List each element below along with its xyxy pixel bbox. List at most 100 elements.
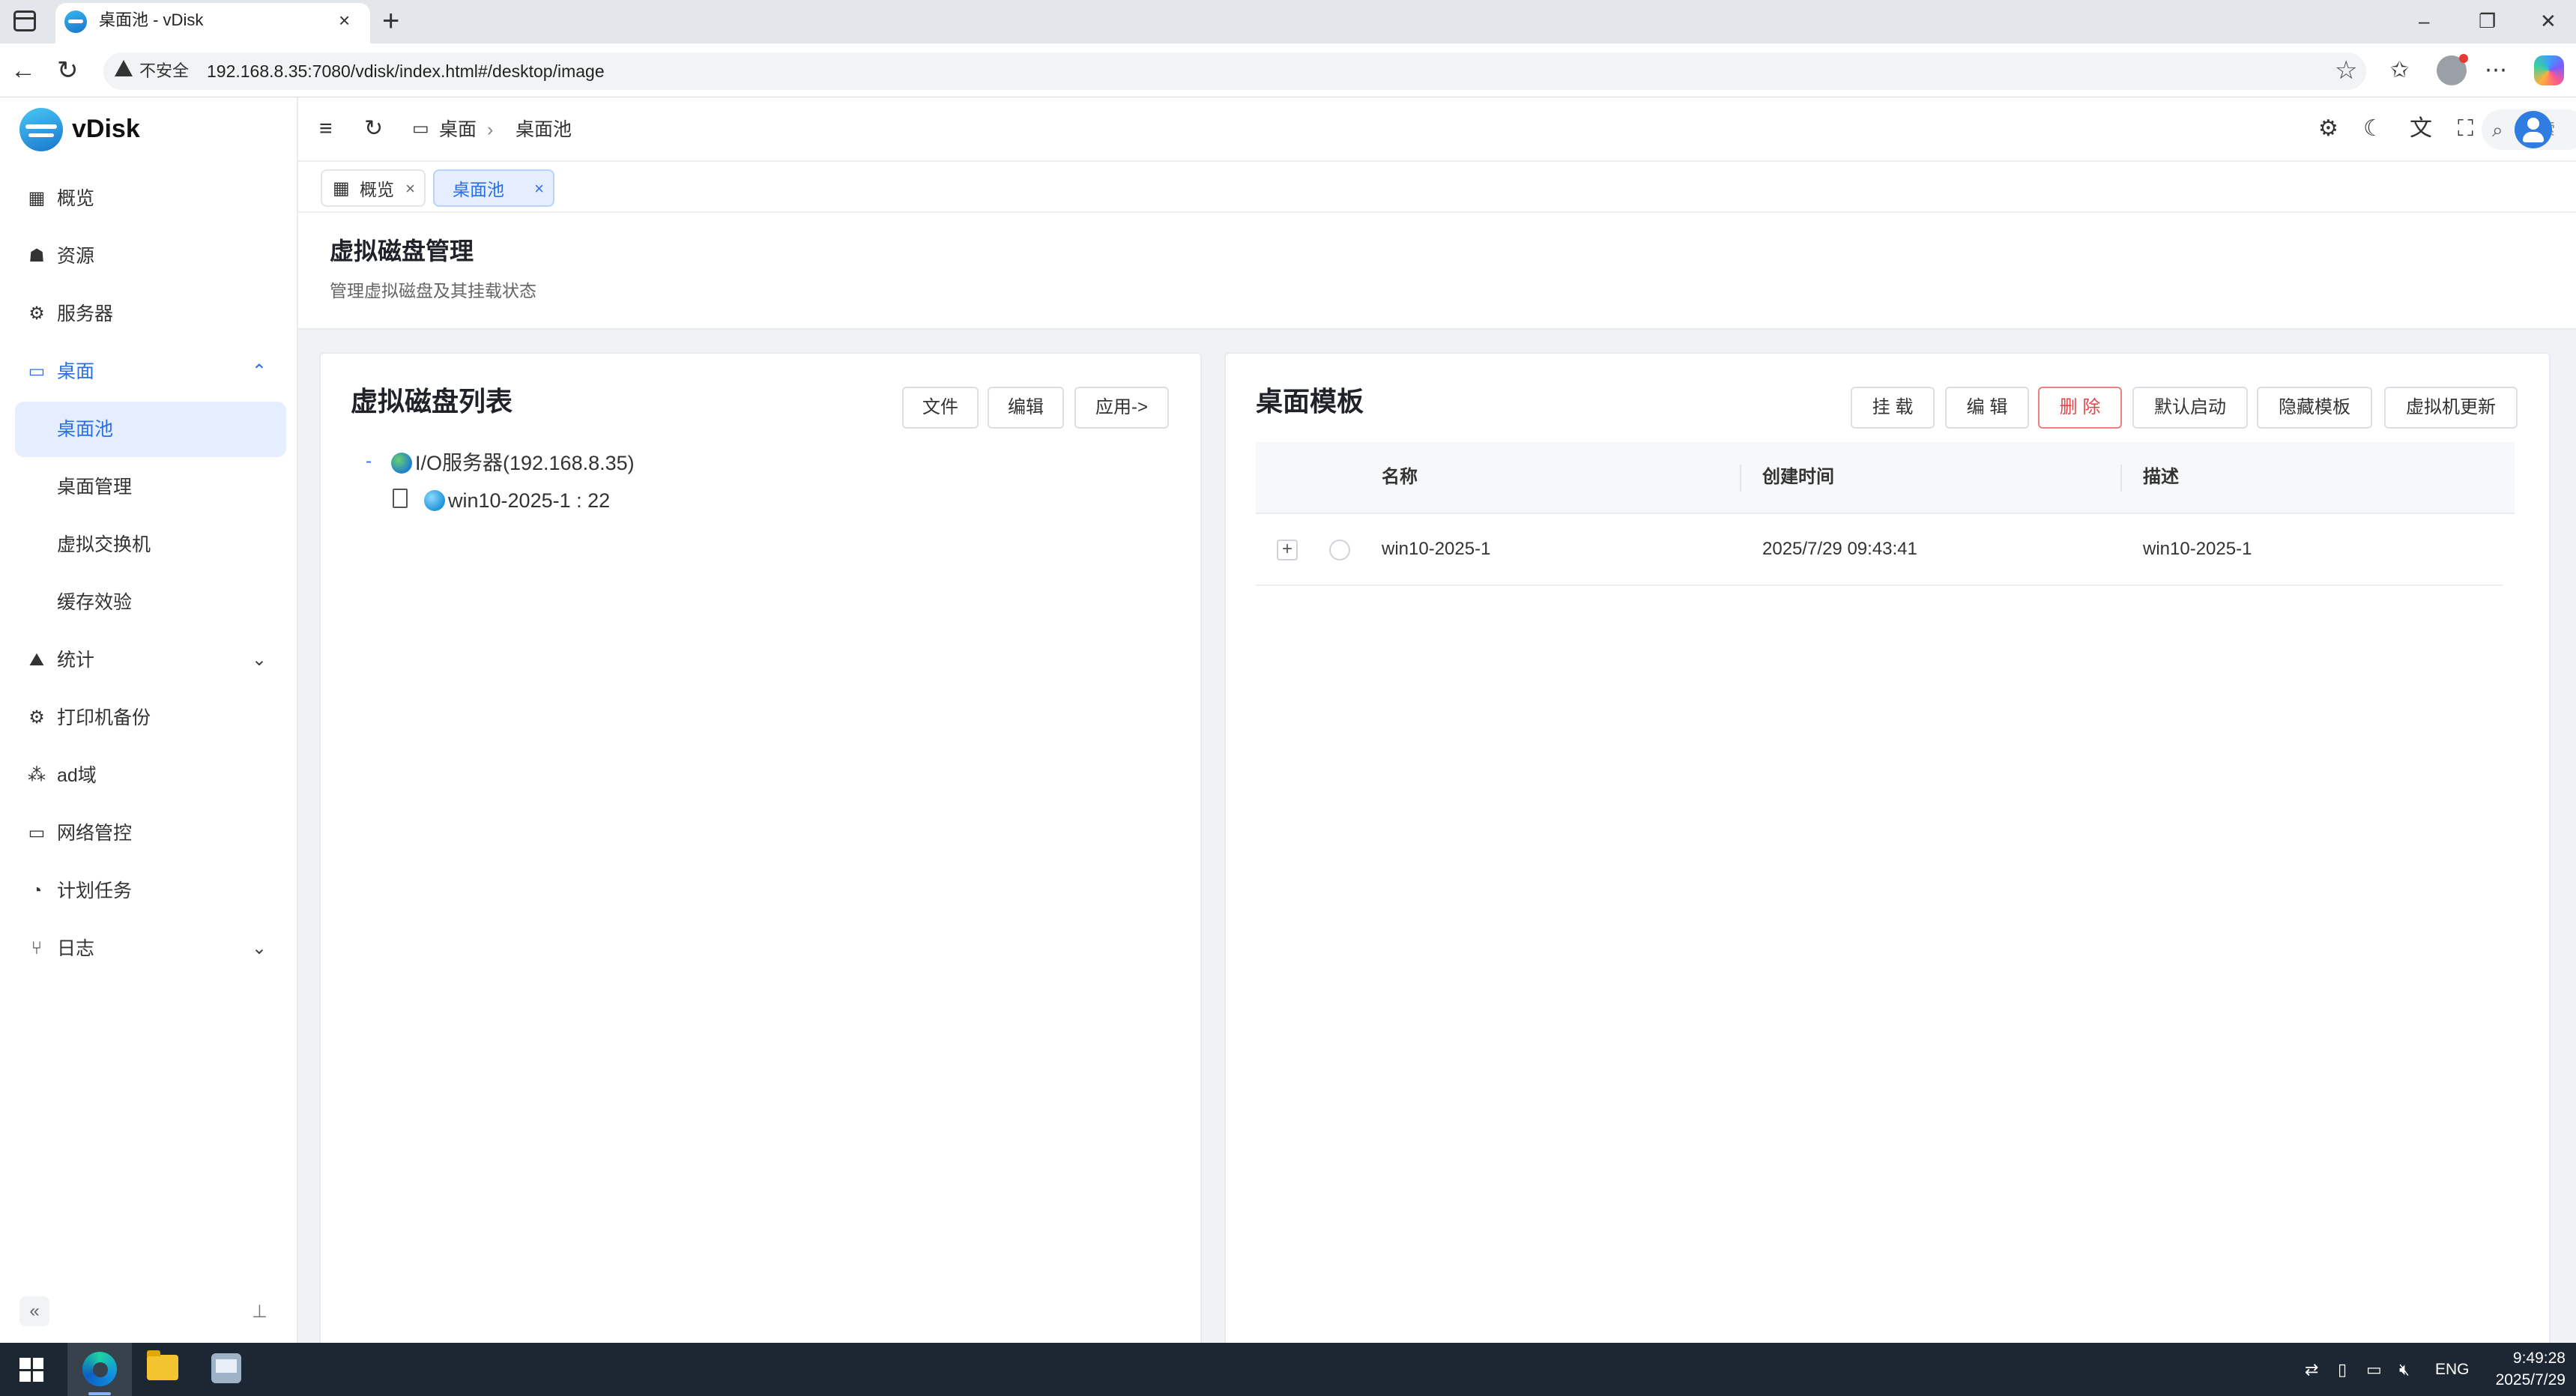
favorite-star-icon[interactable]: ☆ — [2335, 55, 2357, 85]
apply-button[interactable]: 应用-> — [1074, 387, 1169, 429]
restore-icon[interactable]: ❐ — [2479, 6, 2496, 36]
sidebar-item-label: 桌面池 — [57, 419, 114, 440]
chevron-down-icon: ⌄ — [251, 650, 267, 670]
delete-button[interactable]: 删 除 — [2038, 387, 2122, 429]
sidebar-item-logs[interactable]: ⑂ 日志 ⌄ — [15, 921, 286, 976]
column-header-created[interactable]: 创建时间 — [1762, 465, 1834, 490]
windows-start-icon[interactable] — [19, 1358, 43, 1382]
sidebar-item-ad-domain[interactable]: ⁂ ad域 — [15, 748, 286, 803]
network-icon: ▭ — [28, 823, 46, 843]
sidebar-item-servers[interactable]: ⚙ 服务器 — [15, 286, 286, 342]
warning-icon[interactable] — [115, 60, 133, 76]
chevron-down-icon: ⌄ — [251, 938, 267, 958]
sidebar-item-desktop-management[interactable]: 桌面管理 — [15, 459, 286, 515]
close-tab-icon[interactable]: × — [405, 177, 415, 201]
windows-taskbar: ⇄ ▯ ▭ 🔇︎ ENG 9:49:28 2025/7/29 — [0, 1343, 2576, 1396]
sidebar-item-desktop[interactable]: ▭ 桌面 ⌃ — [15, 344, 286, 399]
sidebar-item-resources[interactable]: ☗ 资源 — [15, 229, 286, 284]
close-tab-icon[interactable]: × — [534, 177, 544, 201]
settings-icon[interactable]: ⚙ — [2318, 114, 2338, 144]
breadcrumb-desktop[interactable]: 桌面 — [439, 117, 477, 142]
edit-button[interactable]: 编辑 — [988, 387, 1064, 429]
back-icon[interactable]: ← — [10, 51, 36, 90]
sidebar-item-network-control[interactable]: ▭ 网络管控 — [15, 806, 286, 861]
cell-description: win10-2025-1 — [2143, 539, 2252, 559]
security-label[interactable]: 不安全 — [139, 60, 189, 82]
dark-mode-icon[interactable]: ☾ — [2363, 114, 2383, 144]
dashboard-icon: ▦ — [333, 178, 350, 199]
refresh-icon[interactable]: ↻ — [364, 114, 383, 144]
file-explorer-icon[interactable] — [147, 1350, 178, 1380]
tab-overview[interactable]: ▦ 概览 × — [321, 169, 426, 207]
volume-muted-icon[interactable]: 🔇︎ — [2399, 1359, 2410, 1380]
mount-button[interactable]: 挂 载 — [1851, 387, 1935, 429]
new-tab-button[interactable]: + — [382, 4, 399, 37]
table-row[interactable]: + win10-2025-1 2025/7/29 09:43:41 win10-… — [1256, 514, 2503, 586]
tree-collapse-toggle[interactable]: - — [366, 450, 372, 474]
tab-desktop-pool[interactable]: 桌面池 × — [433, 169, 554, 207]
translate-icon[interactable]: 文 — [2410, 114, 2432, 144]
close-window-icon[interactable]: ✕ — [2540, 6, 2557, 36]
breadcrumb-current: 桌面池 — [515, 119, 572, 140]
expand-row-icon[interactable]: + — [1277, 540, 1298, 560]
page-title: 虚拟磁盘管理 — [330, 238, 474, 265]
clock-date: 2025/7/29 — [2495, 1371, 2566, 1389]
default-boot-button[interactable]: 默认启动 — [2132, 387, 2248, 429]
bluetooth-icon[interactable]: ⇄ — [2305, 1359, 2318, 1380]
sidebar-item-scheduled-tasks[interactable]: ◔ 计划任务 — [15, 863, 286, 919]
sidebar-item-label: ad域 — [57, 765, 97, 786]
edge-browser-icon[interactable] — [82, 1352, 117, 1386]
language-indicator[interactable]: ENG — [2435, 1359, 2470, 1380]
sidebar-item-printer-backup[interactable]: ⚙ 打印机备份 — [15, 690, 286, 746]
browser-tab-title: 桌面池 - vDisk — [99, 10, 204, 29]
system-clock[interactable]: 9:49:28 2025/7/29 — [2488, 1347, 2566, 1391]
tab-label: 桌面池 — [453, 180, 504, 199]
sidebar-item-label: 概览 — [57, 188, 95, 209]
sidebar-item-label: 服务器 — [57, 303, 114, 324]
sidebar-item-label: 计划任务 — [57, 880, 133, 901]
stats-icon: ⛰ — [28, 650, 45, 670]
disk-globe-icon — [424, 490, 445, 511]
edit-template-button[interactable]: 编 辑 — [1945, 387, 2029, 429]
sidebar-item-overview[interactable]: ▦ 概览 — [15, 171, 286, 226]
close-tab-icon[interactable]: × — [339, 7, 350, 33]
browser-tabstrip: 桌面池 - vDisk × + – ❐ ✕ — [0, 0, 2576, 43]
sidebar-item-label: 打印机备份 — [57, 707, 151, 728]
url-text[interactable]: 192.168.8.35:7080/vdisk/index.html#/desk… — [207, 60, 605, 82]
network-tray-icon[interactable]: ▭ — [2366, 1359, 2382, 1380]
sidebar-item-desktop-pool[interactable]: 桌面池 — [15, 402, 286, 457]
tree-node-server[interactable]: I/O服务器(192.168.8.35) — [415, 450, 635, 477]
column-header-name[interactable]: 名称 — [1382, 465, 1418, 490]
pin-icon[interactable]: ⊥ — [252, 1299, 267, 1325]
reload-icon[interactable]: ↻ — [57, 51, 79, 90]
user-avatar[interactable] — [2515, 111, 2552, 148]
column-divider — [1740, 465, 1741, 492]
column-header-description[interactable]: 描述 — [2143, 465, 2179, 490]
sidebar-item-cache-check[interactable]: 缓存效验 — [15, 575, 286, 630]
tray-app-icon[interactable]: ▯ — [2338, 1359, 2347, 1380]
vm-update-button[interactable]: 虚拟机更新 — [2384, 387, 2518, 429]
column-divider — [2120, 465, 2122, 492]
more-icon[interactable]: ⋯ — [2485, 54, 2507, 87]
copilot-icon[interactable] — [2534, 55, 2564, 85]
sidebar-item-virtual-switch[interactable]: 虚拟交换机 — [15, 517, 286, 572]
sidebar-item-label: 桌面管理 — [57, 477, 133, 498]
sidebar-item-label: 网络管控 — [57, 823, 133, 844]
tab-actions-icon[interactable] — [13, 10, 36, 31]
hide-template-button[interactable]: 隐藏模板 — [2257, 387, 2372, 429]
sidebar-item-stats[interactable]: ⛰ 统计 ⌄ — [15, 632, 286, 688]
active-app-indicator — [88, 1392, 111, 1395]
row-select-radio[interactable] — [1329, 540, 1350, 560]
log-icon: ⑂ — [31, 938, 43, 958]
menu-toggle-icon[interactable]: ≡ — [319, 114, 333, 144]
file-button[interactable]: 文件 — [902, 387, 979, 429]
minimize-icon[interactable]: – — [2419, 6, 2429, 36]
page-header: 虚拟磁盘管理 管理虚拟磁盘及其挂载状态 — [298, 213, 2576, 330]
favorites-icon[interactable]: ✩ — [2390, 54, 2409, 87]
collapse-sidebar-icon[interactable]: « — [19, 1296, 49, 1326]
table-header: 名称 创建时间 描述 — [1256, 442, 2515, 514]
profile-icon[interactable] — [2437, 54, 2468, 85]
fullscreen-icon[interactable]: ⛶ — [2458, 114, 2473, 144]
tree-node-disk[interactable]: win10-2025-1 : 22 — [448, 487, 610, 514]
remote-app-icon[interactable] — [211, 1353, 241, 1383]
